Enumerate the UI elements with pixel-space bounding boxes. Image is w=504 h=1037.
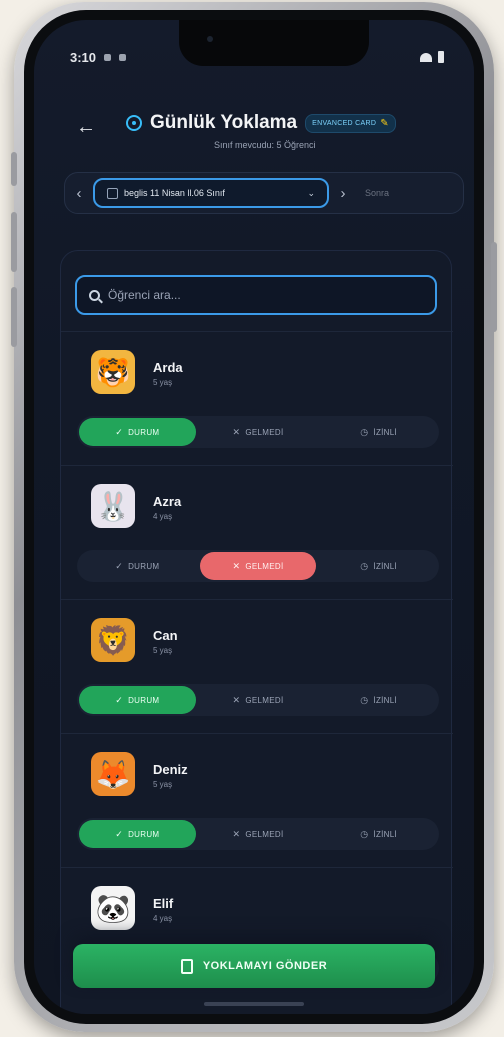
attendance-toggle: ✓ DURUM ✕ GELMEDİ ◷ İZİNLİ <box>77 550 439 582</box>
absent-label: GELMEDİ <box>245 829 284 839</box>
student-name: Arda <box>153 360 183 375</box>
badge-label: ENVANCED CARD <box>312 119 377 127</box>
chevron-down-icon[interactable]: ⌄ <box>307 188 315 199</box>
clipboard-icon <box>180 958 193 974</box>
clock-icon: ◷ <box>360 426 369 437</box>
search-icon <box>89 289 100 301</box>
notch <box>179 20 369 66</box>
check-icon: ✓ <box>115 828 124 839</box>
attendance-toggle: ✓ DURUM ✕ GELMEDİ ◷ İZİNLİ <box>77 684 439 716</box>
calendar-icon <box>107 187 118 199</box>
pencil-icon: ✎ <box>380 117 389 129</box>
student-age: 5 yaş <box>153 378 173 387</box>
absent-button[interactable]: ✕ GELMEDİ <box>200 418 317 446</box>
home-indicator <box>204 1002 304 1006</box>
page-title: Günlük Yoklama <box>150 112 298 133</box>
status-badge: ENVANCED CARD ✎ <box>305 113 396 133</box>
panda-avatar-icon: 🐼 <box>91 886 135 930</box>
present-button[interactable]: ✓ DURUM <box>79 820 196 848</box>
absent-label: GELMEDİ <box>245 695 284 705</box>
person-x-icon: ✕ <box>232 560 241 571</box>
page-subtitle: Sınıf mevcudu: 5 Öğrenci <box>214 140 316 150</box>
absent-button[interactable]: ✕ GELMEDİ <box>199 552 317 580</box>
app-screen: 3:10 ← Günlük Yoklama ENVANCED CARD ✎ Sı… <box>34 20 474 1014</box>
excused-label: İZİNLİ <box>373 695 398 705</box>
rabbit-avatar-icon: 🐰 <box>91 484 135 528</box>
list-item: 🦁 Can 5 yaş ✓ DURUM ✕ GELMEDİ ◷ İZİNLİ <box>61 599 453 734</box>
class-chip-active[interactable]: beglis 11 Nisan ll.06 Sınıf ⌄ <box>93 178 329 208</box>
search-input[interactable] <box>108 288 408 302</box>
student-age: 4 yaş <box>153 512 173 521</box>
attendance-toggle: ✓ DURUM ✕ GELMEDİ ◷ İZİNLİ <box>77 818 439 850</box>
notification-icon <box>104 53 112 61</box>
tiger-avatar-icon: 🐯 <box>91 350 135 394</box>
student-age: 5 yaş <box>153 646 173 655</box>
volume-up-button <box>11 212 17 272</box>
absent-label: GELMEDİ <box>245 561 284 571</box>
absent-label: GELMEDİ <box>245 427 284 437</box>
phone-frame: 3:10 ← Günlük Yoklama ENVANCED CARD ✎ Sı… <box>11 2 497 1032</box>
present-label: DURUM <box>128 561 160 571</box>
present-label: DURUM <box>128 427 160 437</box>
header: ← Günlük Yoklama ENVANCED CARD ✎ Sınıf m… <box>34 104 474 164</box>
class-chip-next[interactable]: Sonra <box>365 188 389 198</box>
battery-icon <box>438 51 444 63</box>
student-name: Elif <box>153 896 174 911</box>
student-age: 4 yaş <box>153 914 173 923</box>
person-x-icon: ✕ <box>232 694 241 705</box>
target-icon <box>126 115 142 131</box>
wifi-icon <box>420 52 432 62</box>
fox-avatar-icon: 🦊 <box>91 752 135 796</box>
power-button <box>491 242 497 332</box>
camera-icon <box>207 36 213 42</box>
absent-button[interactable]: ✕ GELMEDİ <box>200 820 317 848</box>
present-button[interactable]: ✓ DURUM <box>79 552 196 580</box>
list-item: 🦊 Deniz 5 yaş ✓ DURUM ✕ GELMEDİ ◷ İZİNLİ <box>61 733 453 868</box>
lion-avatar-icon: 🦁 <box>91 618 135 662</box>
status-time: 3:10 <box>70 49 97 65</box>
student-name: Can <box>153 628 178 643</box>
excused-button[interactable]: ◷ İZİNLİ <box>320 418 437 446</box>
check-icon: ✓ <box>115 426 124 437</box>
volume-down-button <box>11 287 17 347</box>
search-bar <box>75 275 437 315</box>
student-list-panel: 🐯 Arda 5 yaş ✓ DURUM ✕ GELMEDİ ◷ İZİNLİ … <box>60 250 453 1014</box>
present-button[interactable]: ✓ DURUM <box>79 686 196 714</box>
notification-icon <box>119 53 127 61</box>
submit-attendance-label: YOKLAMAYI GÖNDER <box>202 960 328 972</box>
present-button[interactable]: ✓ DURUM <box>79 418 196 446</box>
absent-button[interactable]: ✕ GELMEDİ <box>200 686 317 714</box>
student-name: Azra <box>153 494 182 509</box>
person-x-icon: ✕ <box>232 828 241 839</box>
class-selector: ‹ beglis 11 Nisan ll.06 Sınıf ⌄ › Sonra <box>64 172 464 214</box>
student-age: 5 yaş <box>153 780 173 789</box>
clock-icon: ◷ <box>360 694 369 705</box>
clock-icon: ◷ <box>360 828 369 839</box>
attendance-toggle: ✓ DURUM ✕ GELMEDİ ◷ İZİNLİ <box>77 416 439 448</box>
check-icon: ✓ <box>115 694 124 705</box>
back-arrow-icon[interactable]: ← <box>76 116 96 139</box>
excused-button[interactable]: ◷ İZİNLİ <box>320 686 437 714</box>
present-label: DURUM <box>128 695 160 705</box>
list-item: 🐯 Arda 5 yaş ✓ DURUM ✕ GELMEDİ ◷ İZİNLİ <box>61 331 453 466</box>
student-name: Deniz <box>153 762 188 777</box>
person-x-icon: ✕ <box>232 426 241 437</box>
excused-label: İZİNLİ <box>373 829 398 839</box>
clock-icon: ◷ <box>360 560 369 571</box>
phone-bezel: 3:10 ← Günlük Yoklama ENVANCED CARD ✎ Sı… <box>24 10 484 1024</box>
mute-switch <box>11 152 17 186</box>
chevron-right-icon[interactable]: › <box>329 185 357 202</box>
check-icon: ✓ <box>115 560 124 571</box>
excused-button[interactable]: ◷ İZİNLİ <box>320 552 437 580</box>
class-chip-label: beglis 11 Nisan ll.06 Sınıf <box>124 188 225 198</box>
excused-label: İZİNLİ <box>373 427 398 437</box>
list-item: 🐰 Azra 4 yaş ✓ DURUM ✕ GELMEDİ ◷ İZİNLİ <box>61 465 453 600</box>
chevron-left-icon[interactable]: ‹ <box>65 185 93 202</box>
present-label: DURUM <box>128 829 160 839</box>
submit-attendance-button[interactable]: YOKLAMAYI GÖNDER <box>73 944 435 988</box>
excused-button[interactable]: ◷ İZİNLİ <box>320 820 437 848</box>
excused-label: İZİNLİ <box>373 561 398 571</box>
